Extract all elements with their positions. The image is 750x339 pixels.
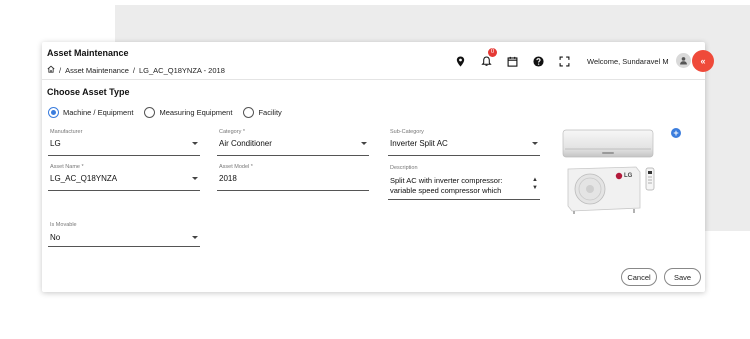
radio-label: Machine / Equipment: [63, 108, 134, 117]
asset-model-input[interactable]: Asset Model * 2018: [217, 164, 369, 191]
field-value: 2018: [219, 174, 237, 183]
radio-indicator[interactable]: [243, 107, 255, 118]
radio-label: Measuring Equipment: [159, 108, 233, 117]
manufacturer-select[interactable]: Manufacturer LG: [48, 129, 200, 156]
field-value: Inverter Split AC: [390, 139, 448, 148]
indoor-ac-image: [562, 129, 654, 158]
radio-measuring-equipment[interactable]: Measuring Equipment: [144, 107, 232, 118]
page-header: Asset Maintenance / Asset Maintenance / …: [42, 42, 714, 80]
caret-down-icon[interactable]: [532, 142, 538, 145]
radio-machine-equipment[interactable]: Machine / Equipment: [48, 107, 133, 118]
header-icons: 0: [452, 48, 572, 68]
breadcrumb-separator: /: [59, 65, 62, 75]
breadcrumb: / Asset Maintenance / LG_AC_Q18YNZA - 20…: [47, 65, 225, 75]
field-label: Is Movable: [50, 222, 77, 228]
help-icon[interactable]: [530, 54, 546, 68]
field-label: Category *: [219, 129, 245, 135]
outdoor-ac-image: [567, 166, 655, 214]
field-label: Asset Name *: [50, 164, 84, 170]
field-value: No: [50, 233, 61, 242]
field-value: LG_AC_Q18YNZA: [50, 174, 118, 183]
scroll-down-icon[interactable]: ▼: [532, 185, 538, 191]
asset-form-card: Asset Maintenance / Asset Maintenance / …: [42, 42, 714, 292]
textarea-scroll[interactable]: ▲ ▼: [531, 177, 539, 191]
page-title: Asset Maintenance: [47, 48, 129, 58]
bell-icon[interactable]: 0: [478, 48, 497, 68]
fullscreen-icon[interactable]: [556, 54, 572, 68]
field-label: Asset Model *: [219, 164, 253, 170]
lg-logo-text: LG: [624, 173, 633, 179]
asset-name-select[interactable]: Asset Name * LG_AC_Q18YNZA: [48, 164, 200, 191]
calendar-icon[interactable]: [504, 54, 520, 68]
field-label: Description: [390, 165, 418, 171]
field-label: Manufacturer: [50, 129, 83, 135]
home-icon[interactable]: [47, 65, 55, 75]
caret-down-icon[interactable]: [192, 236, 198, 239]
description-line: variable speed compressor which: [390, 185, 502, 195]
asset-type-radio-group: Machine / Equipment Measuring Equipment …: [48, 107, 282, 118]
add-image-icon[interactable]: +: [671, 128, 681, 138]
description-line: Split AC with inverter compressor:: [390, 176, 503, 185]
field-value: Air Conditioner: [219, 139, 272, 148]
welcome-text: Welcome, Sundaravel M: [587, 57, 669, 66]
radio-indicator[interactable]: [144, 107, 156, 118]
description-text: Split AC with inverter compressor: varia…: [390, 176, 526, 196]
breadcrumb-item-asset-maintenance[interactable]: Asset Maintenance: [65, 66, 129, 75]
breadcrumb-item-current: LG_AC_Q18YNZA - 2018: [138, 65, 225, 75]
section-title: Choose Asset Type: [47, 87, 130, 97]
caret-down-icon[interactable]: [192, 142, 198, 145]
radio-facility[interactable]: Facility: [243, 107, 282, 118]
field-label: Sub-Category: [390, 129, 424, 135]
cancel-button[interactable]: Cancel: [621, 268, 657, 286]
collapse-chevrons-icon[interactable]: «: [692, 50, 714, 72]
user-icon: [680, 57, 687, 65]
is-movable-select[interactable]: Is Movable No: [48, 222, 200, 247]
caret-down-icon[interactable]: [192, 177, 198, 180]
field-value: LG: [50, 139, 61, 148]
radio-selected-indicator[interactable]: [48, 107, 59, 118]
caret-down-icon[interactable]: [361, 142, 367, 145]
scroll-up-icon[interactable]: ▲: [532, 177, 538, 183]
location-pin-icon[interactable]: [452, 54, 468, 68]
user-avatar[interactable]: [676, 53, 691, 68]
sub-category-select[interactable]: Sub-Category Inverter Split AC: [388, 129, 540, 156]
save-button[interactable]: Save: [664, 268, 701, 286]
notification-count-badge: 0: [488, 48, 497, 57]
radio-label: Facility: [258, 108, 282, 117]
breadcrumb-separator: /: [132, 65, 135, 75]
description-textarea[interactable]: Description Split AC with inverter compr…: [388, 165, 540, 200]
category-select[interactable]: Category * Air Conditioner: [217, 129, 369, 156]
